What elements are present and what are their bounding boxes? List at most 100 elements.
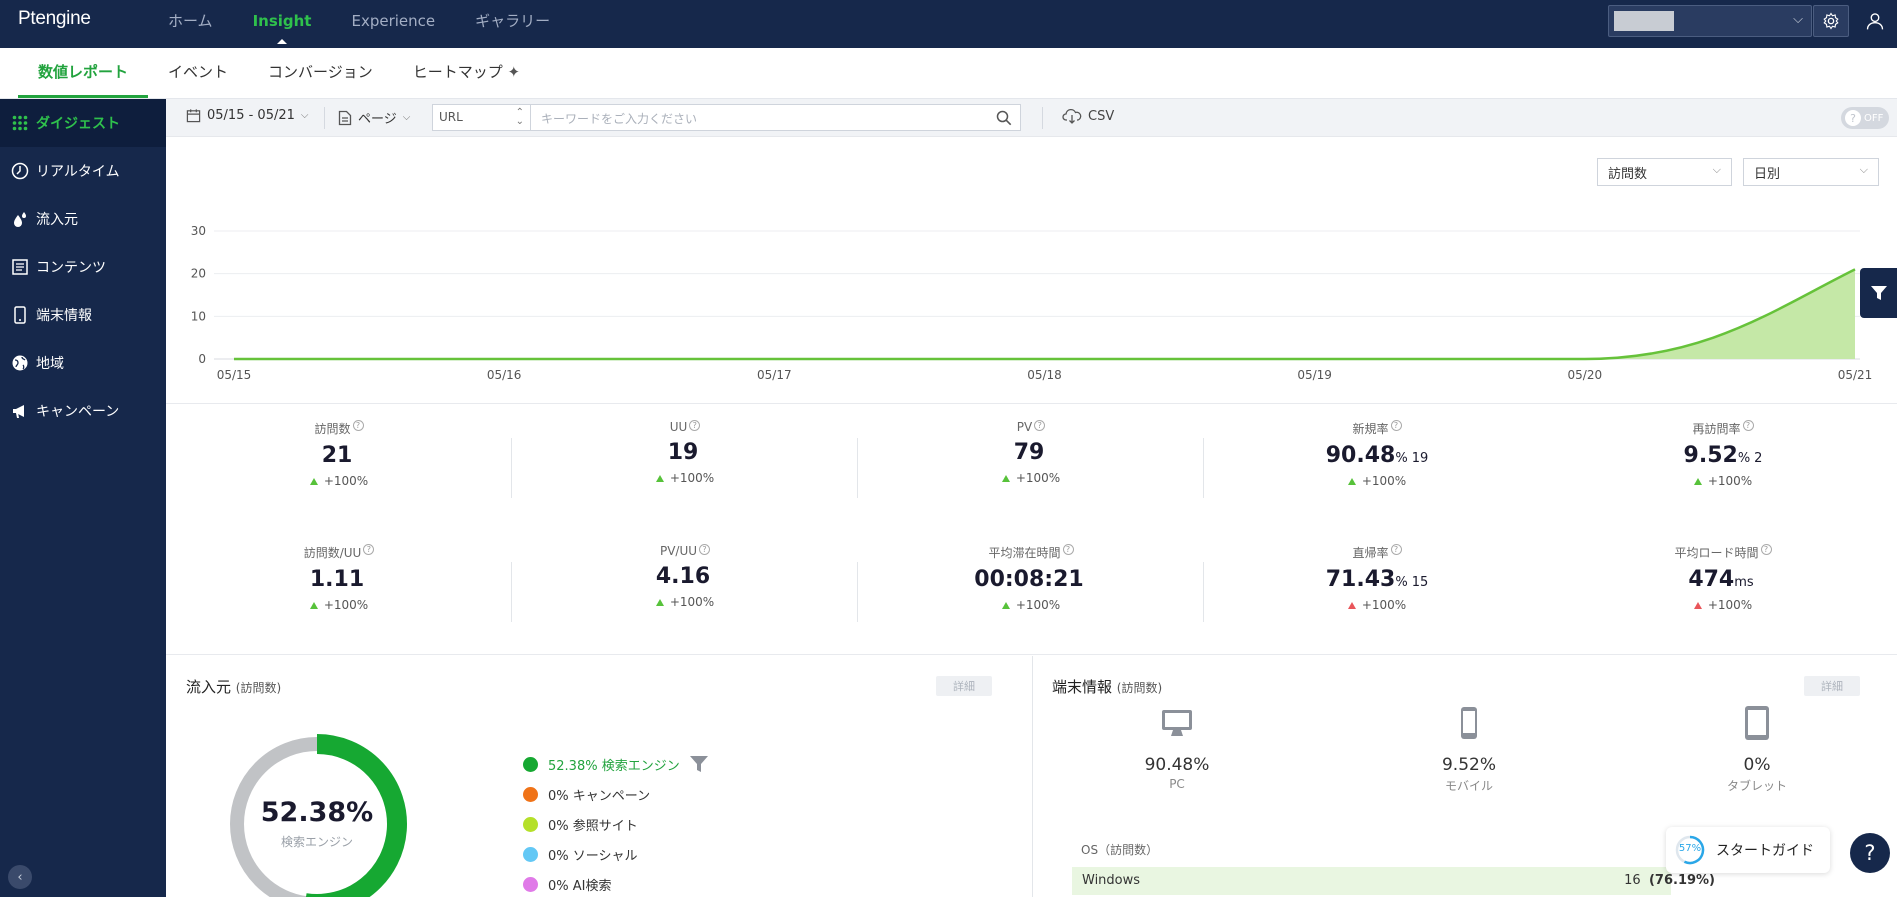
metric-change-text: +100% bbox=[323, 598, 369, 612]
metric-value: 19 bbox=[512, 440, 858, 465]
keyword-search-input[interactable]: キーワードをご入力ください bbox=[531, 104, 1021, 131]
metric-label-text: PV bbox=[1016, 420, 1033, 434]
metric-change-text: +100% bbox=[1015, 471, 1061, 485]
chevron-down-icon: ⌵ bbox=[1793, 12, 1803, 27]
metric-card: PV? 79 +100% bbox=[858, 420, 1204, 485]
collapse-sidebar-button[interactable]: ‹ bbox=[8, 865, 32, 889]
metric-change: +100% bbox=[1204, 598, 1550, 612]
legend-item-campaign[interactable]: 0% キャンペーン bbox=[523, 779, 710, 809]
settings-button[interactable] bbox=[1813, 5, 1849, 37]
legend-text: 0% ソーシャル bbox=[548, 848, 638, 864]
grid-icon bbox=[10, 113, 30, 133]
tablet-icon bbox=[1745, 706, 1769, 740]
search-icon[interactable] bbox=[996, 110, 1012, 126]
tab-conversion[interactable]: コンバージョン bbox=[248, 48, 393, 98]
sidebar-item-contents[interactable]: コンテンツ bbox=[0, 243, 166, 291]
page-type-select[interactable]: ページ ⌵ bbox=[338, 108, 410, 127]
tab-heatmap[interactable]: ヒートマップ ✦ bbox=[393, 48, 540, 98]
sources-detail-button[interactable]: 詳細 bbox=[936, 676, 992, 696]
metric-label-text: 平均ロード時間 bbox=[1674, 546, 1759, 560]
csv-download-button[interactable]: CSV bbox=[1062, 108, 1114, 124]
site-selector[interactable]: ⌵ bbox=[1608, 5, 1812, 37]
donut-percentage: 52.38% bbox=[260, 797, 374, 828]
metric-extra: 2 bbox=[1754, 451, 1763, 466]
user-icon bbox=[1866, 13, 1884, 30]
trend-up-icon bbox=[1347, 478, 1356, 485]
metric-label-text: 訪問数 bbox=[314, 422, 351, 436]
legend-item-search[interactable]: 52.38% 検索エンジン bbox=[523, 749, 710, 779]
sidebar-item-realtime[interactable]: リアルタイム bbox=[0, 147, 166, 195]
metric-value-text: 4.16 bbox=[655, 564, 711, 589]
help-button[interactable]: ? bbox=[1850, 833, 1890, 873]
question-icon[interactable]: ? bbox=[689, 420, 701, 431]
question-icon[interactable]: ? bbox=[1390, 420, 1402, 431]
nav-home[interactable]: ホーム bbox=[148, 0, 233, 48]
question-icon: ? bbox=[1845, 110, 1861, 126]
device-panel-title: 端末情報 (訪問数) bbox=[1052, 676, 1162, 697]
metric-value: 9.52% 2 bbox=[1550, 443, 1896, 468]
metric-label-text: 平均滞在時間 bbox=[988, 546, 1061, 560]
metric-label-text: 訪問数/UU bbox=[303, 546, 362, 560]
question-icon[interactable]: ? bbox=[1390, 544, 1402, 555]
metric-value-text: 474 bbox=[1688, 567, 1735, 592]
sidebar-item-source[interactable]: 流入元 bbox=[0, 195, 166, 243]
sources-subtitle: (訪問数) bbox=[235, 681, 282, 695]
question-icon[interactable]: ? bbox=[699, 544, 711, 555]
question-icon[interactable]: ? bbox=[1034, 420, 1046, 431]
y-tick-label: 10 bbox=[191, 309, 206, 323]
legend-item-social[interactable]: 0% ソーシャル bbox=[523, 839, 710, 869]
question-icon[interactable]: ? bbox=[363, 544, 375, 555]
metric-value-text: 71.43 bbox=[1325, 567, 1396, 592]
page-icon bbox=[338, 110, 352, 125]
metric-value-text: 00:08:21 bbox=[974, 567, 1084, 592]
nav-insight[interactable]: Insight bbox=[233, 0, 332, 48]
url-select[interactable]: URL ⌃ ⌄ bbox=[432, 104, 531, 131]
device-detail-button[interactable]: 詳細 bbox=[1804, 676, 1860, 696]
site-name-redacted bbox=[1614, 11, 1674, 31]
date-range-text: 05/15 - 05/21 bbox=[207, 108, 295, 123]
os-section-title: OS（訪問数） bbox=[1081, 843, 1159, 857]
device-pct: 9.52% bbox=[1441, 755, 1496, 775]
nav-experience[interactable]: Experience bbox=[331, 0, 455, 48]
tab-event[interactable]: イベント bbox=[148, 48, 248, 98]
filter-panel-tab[interactable] bbox=[1860, 268, 1897, 318]
y-tick-label: 20 bbox=[191, 267, 206, 281]
sidebar-item-campaign[interactable]: キャンペーン bbox=[0, 387, 166, 435]
os-row-windows[interactable]: Windows 16 (76.19%) bbox=[1072, 867, 1715, 897]
legend-text: 0% キャンペーン bbox=[548, 788, 651, 804]
legend-dot bbox=[523, 816, 538, 832]
filter-icon[interactable] bbox=[688, 753, 710, 775]
user-button[interactable] bbox=[1862, 8, 1888, 34]
csv-label: CSV bbox=[1088, 108, 1115, 124]
metric-change-text: +100% bbox=[1707, 598, 1753, 612]
feature-toggle[interactable]: ? OFF bbox=[1841, 107, 1889, 129]
question-icon[interactable]: ? bbox=[1742, 420, 1754, 431]
metric-value: 474ms bbox=[1550, 567, 1896, 592]
metric-value-text: 21 bbox=[321, 443, 353, 468]
legend-item-ai-search[interactable]: 0% AI検索 bbox=[523, 869, 710, 897]
trend-up-icon bbox=[309, 478, 318, 485]
legend-item-referral[interactable]: 0% 参照サイト bbox=[523, 809, 710, 839]
divider bbox=[511, 438, 512, 498]
metric-card: 新規率? 90.48% 19 +100% bbox=[1204, 420, 1550, 488]
sidebar-item-device[interactable]: 端末情報 bbox=[0, 291, 166, 339]
sidebar-item-digest[interactable]: ダイジェスト bbox=[0, 99, 166, 147]
question-icon[interactable]: ? bbox=[1062, 544, 1074, 555]
start-guide-button[interactable]: 57% スタートガイド bbox=[1666, 827, 1830, 873]
nav-gallery[interactable]: ギャラリー bbox=[455, 0, 570, 48]
metric-card: 訪問数? 21 +100% bbox=[166, 420, 512, 488]
logo[interactable]: Ptengine bbox=[18, 8, 91, 30]
legend-dot bbox=[523, 786, 538, 802]
sidebar-item-region[interactable]: 地域 bbox=[0, 339, 166, 387]
metric-change: +100% bbox=[166, 474, 512, 488]
question-icon[interactable]: ? bbox=[1760, 544, 1772, 555]
os-pct: (76.19%) bbox=[1648, 873, 1715, 888]
sub-nav: 数値レポート イベント コンバージョン ヒートマップ ✦ bbox=[0, 48, 1897, 99]
tab-numeric-report[interactable]: 数値レポート bbox=[18, 48, 149, 98]
trend-up-icon bbox=[1693, 478, 1702, 485]
sources-title: 流入元 bbox=[186, 678, 232, 696]
device-tablet: 0% タブレット bbox=[1687, 705, 1827, 794]
date-range-picker[interactable]: 05/15 - 05/21 ⌵ bbox=[186, 108, 308, 123]
question-icon[interactable]: ? bbox=[352, 420, 364, 431]
donut-label: 検索エンジン bbox=[280, 835, 353, 849]
